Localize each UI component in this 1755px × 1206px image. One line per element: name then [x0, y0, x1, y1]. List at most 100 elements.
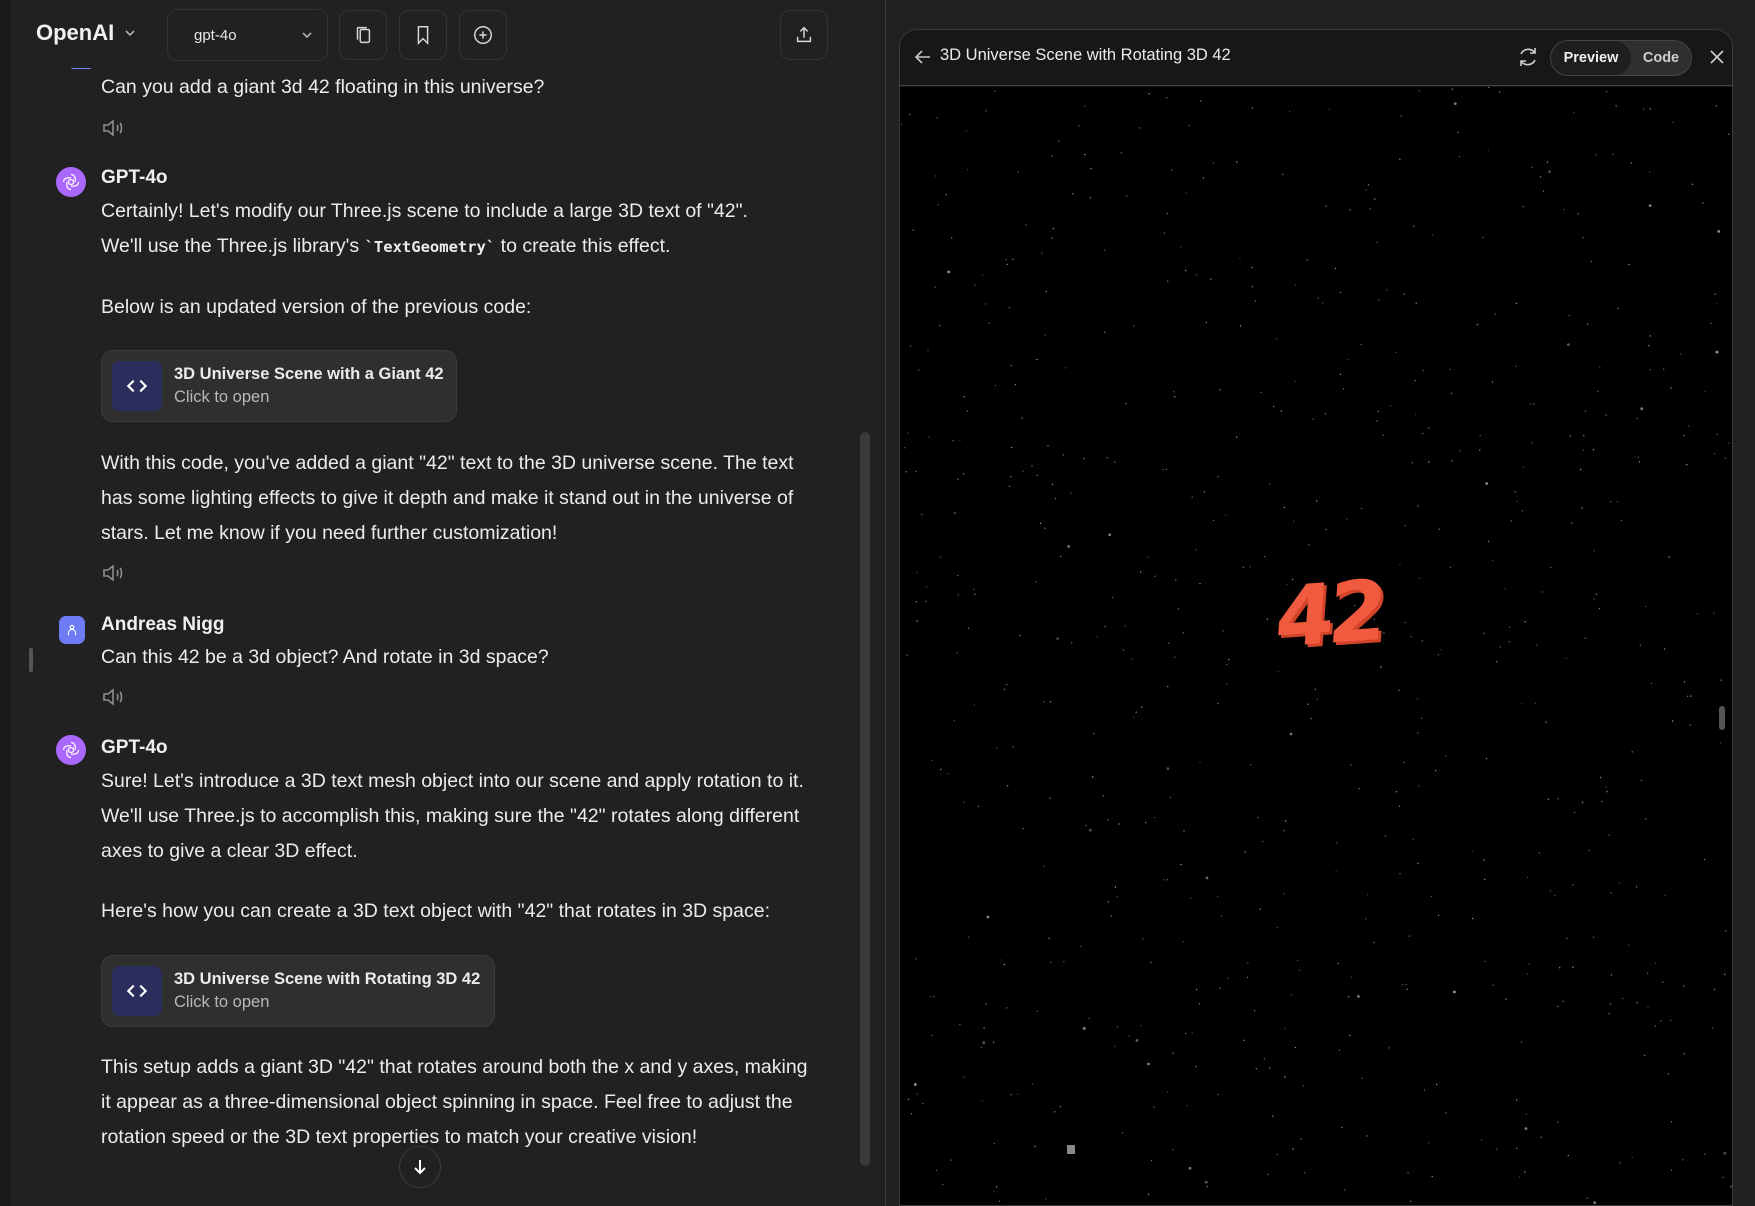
star — [1166, 879, 1168, 881]
star — [1277, 671, 1279, 673]
star — [1268, 483, 1271, 485]
artifact-preview-pane: 3D Universe Scene with Rotating 3D 42 Pr… — [886, 0, 1755, 1206]
star — [1366, 1135, 1368, 1137]
star — [1219, 987, 1221, 989]
star — [952, 440, 954, 442]
star — [993, 1191, 996, 1193]
read-aloud-icon[interactable] — [101, 562, 127, 584]
refresh-icon[interactable] — [1516, 45, 1540, 69]
tab-preview[interactable]: Preview — [1551, 41, 1631, 75]
star — [1413, 225, 1415, 227]
bookmark-button[interactable] — [399, 10, 447, 60]
star — [1598, 607, 1601, 610]
back-arrow-icon[interactable] — [912, 46, 934, 68]
star — [1358, 788, 1360, 790]
star — [1402, 984, 1404, 986]
star — [1592, 936, 1595, 938]
star — [1324, 413, 1327, 415]
star — [1300, 1138, 1302, 1140]
star — [996, 1186, 998, 1188]
code-artifact-card[interactable]: 3D Universe Scene with a Giant 42 Click … — [101, 350, 457, 422]
star — [1471, 850, 1473, 852]
brand-menu[interactable]: OpenAI — [36, 20, 136, 46]
tab-code[interactable]: Code — [1631, 41, 1691, 75]
star — [1572, 884, 1574, 886]
star — [1282, 173, 1284, 176]
star — [1298, 969, 1301, 971]
read-aloud-icon[interactable] — [101, 117, 127, 139]
star — [1399, 873, 1401, 875]
star — [968, 936, 970, 938]
share-button[interactable] — [780, 10, 828, 60]
star — [1005, 258, 1007, 261]
star — [1185, 192, 1188, 194]
star — [1191, 1032, 1193, 1034]
star — [1205, 876, 1209, 880]
star — [977, 805, 980, 808]
assistant-message-text: Here's how you can create a 3D text obje… — [101, 900, 770, 922]
new-chat-button[interactable] — [459, 10, 507, 60]
star — [1525, 1113, 1527, 1115]
star — [1600, 776, 1602, 779]
scene-canvas[interactable]: 42 — [900, 87, 1732, 1205]
star — [1431, 234, 1433, 236]
star — [1450, 392, 1453, 395]
top-bar: OpenAI gpt-4o — [11, 0, 885, 68]
read-aloud-icon[interactable] — [101, 686, 127, 708]
star — [1418, 577, 1421, 580]
star — [1711, 1027, 1714, 1029]
star — [1487, 540, 1490, 543]
star — [1609, 1003, 1612, 1005]
model-select[interactable]: gpt-4o — [167, 9, 328, 61]
star — [1031, 465, 1033, 467]
star — [1222, 630, 1224, 632]
code-artifact-card[interactable]: 3D Universe Scene with Rotating 3D 42 Cl… — [101, 955, 495, 1027]
star — [1663, 368, 1665, 370]
star — [1627, 944, 1630, 946]
star — [1377, 410, 1379, 412]
star — [994, 384, 997, 387]
star — [1717, 230, 1721, 233]
star — [957, 594, 959, 596]
star — [1581, 801, 1584, 804]
star — [1106, 457, 1108, 459]
star — [1690, 695, 1692, 697]
gpt-avatar — [56, 735, 86, 765]
star — [1573, 111, 1575, 114]
star — [1116, 895, 1118, 898]
star — [1177, 608, 1180, 610]
scroll-to-bottom-button[interactable] — [399, 1146, 441, 1188]
star — [1200, 100, 1202, 102]
star — [1637, 456, 1640, 458]
star — [1660, 1020, 1662, 1022]
panel-resize-handle[interactable] — [1719, 706, 1725, 730]
star — [1153, 816, 1156, 819]
close-icon[interactable] — [1707, 47, 1727, 67]
sidebar-resize-handle[interactable] — [29, 648, 33, 672]
star — [1110, 915, 1112, 917]
star — [1696, 613, 1698, 615]
star — [1227, 977, 1229, 979]
star — [1347, 996, 1350, 998]
star — [1423, 1089, 1426, 1091]
chat-scrollbar[interactable] — [860, 432, 870, 1166]
star — [1150, 961, 1152, 964]
star — [1049, 797, 1051, 799]
star — [1199, 761, 1201, 763]
star — [1036, 474, 1038, 477]
star — [1140, 571, 1142, 573]
star — [1595, 593, 1598, 595]
star — [1457, 131, 1459, 134]
copy-button[interactable] — [339, 10, 387, 60]
star — [1044, 334, 1046, 336]
star — [1376, 241, 1378, 244]
star — [1569, 435, 1572, 437]
star — [1184, 269, 1187, 272]
star — [957, 575, 959, 577]
star — [1541, 591, 1544, 593]
star — [1114, 886, 1117, 888]
star — [953, 719, 955, 722]
star — [916, 572, 918, 574]
star — [1126, 195, 1128, 197]
star — [1128, 1035, 1130, 1037]
